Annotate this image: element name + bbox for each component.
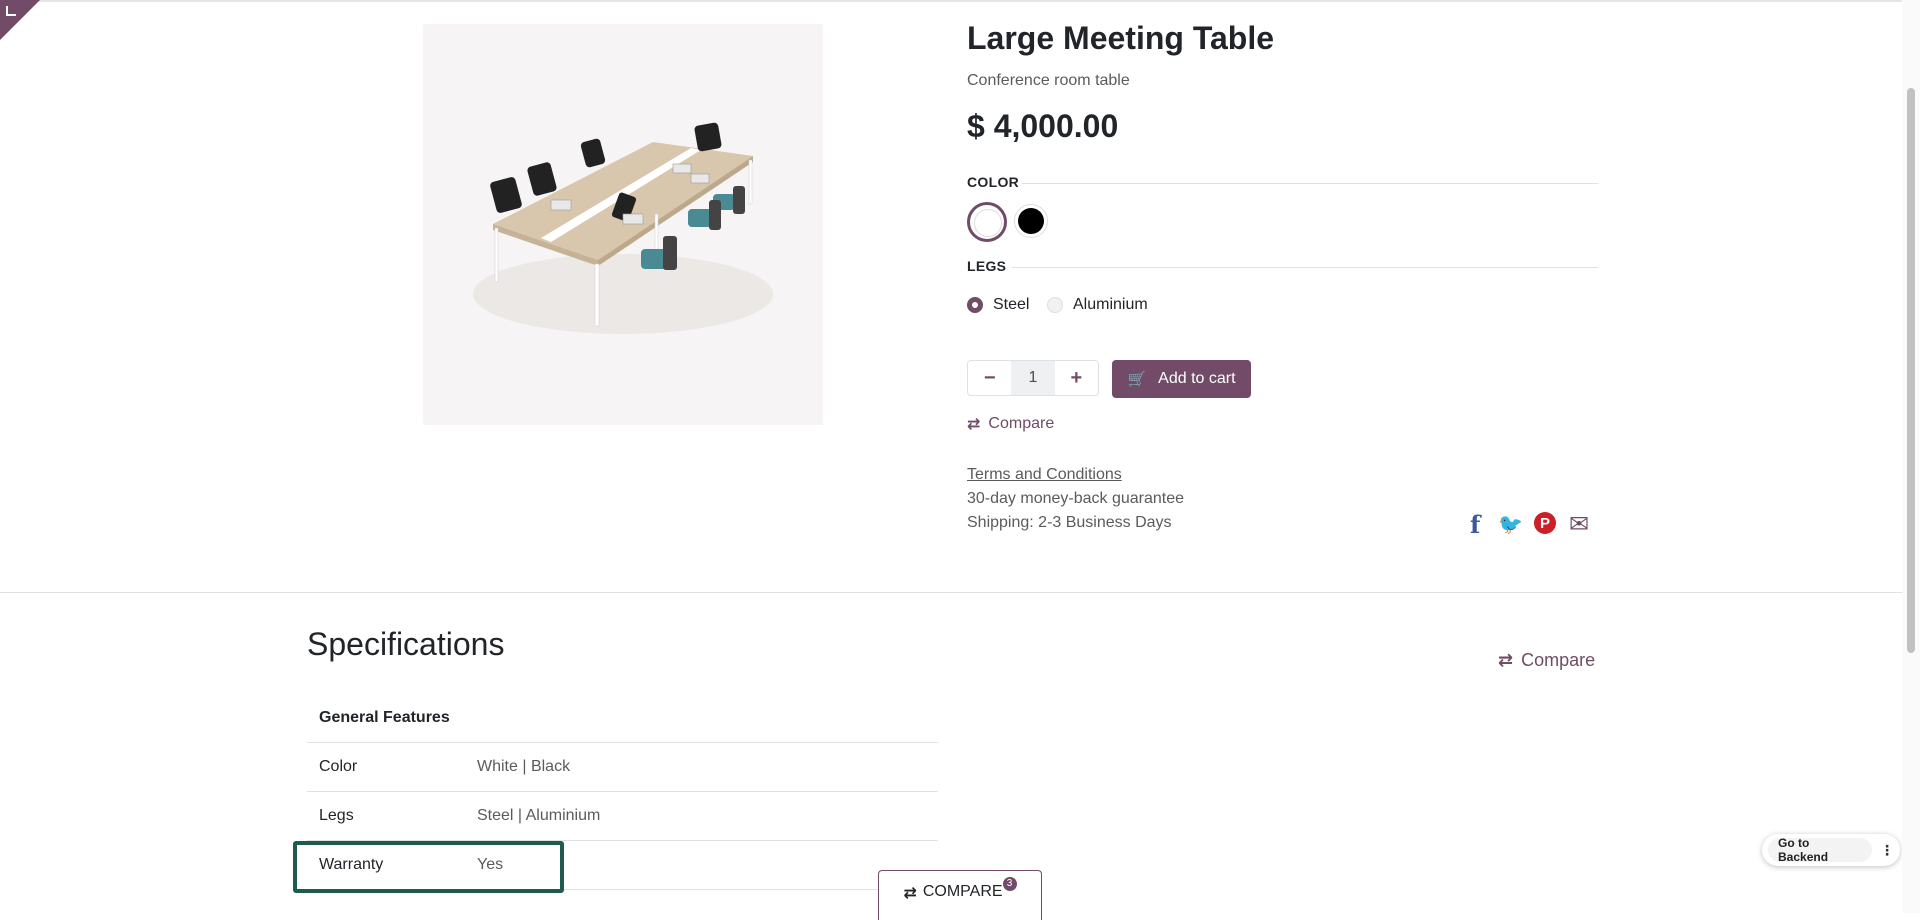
plus-icon[interactable]: + xyxy=(1055,361,1098,395)
shopping-cart-icon: 🛒 xyxy=(1127,371,1147,388)
product-image[interactable] xyxy=(423,24,823,425)
compare-link[interactable]: ⇄ Compare xyxy=(967,414,1054,434)
spec-group-header: General Features xyxy=(307,694,938,743)
minus-icon[interactable]: − xyxy=(968,361,1011,395)
warranty-row-highlight xyxy=(293,841,564,893)
pinterest-icon[interactable]: P xyxy=(1534,512,1556,534)
compare-bar-label: COMPARE xyxy=(922,883,1003,900)
more-options-icon[interactable]: ⋮ xyxy=(1880,842,1894,859)
add-to-cart-button[interactable]: 🛒 Add to cart xyxy=(1112,360,1251,398)
add-to-cart-label: Add to cart xyxy=(1158,370,1236,387)
corner-mark-icon xyxy=(6,6,16,16)
facebook-icon[interactable]: f xyxy=(1470,510,1480,539)
table-row: Color White | Black xyxy=(307,743,938,792)
product-price: $ 4,000.00 xyxy=(967,108,1119,144)
color-swatch-white[interactable] xyxy=(967,202,1007,242)
quantity-stepper: − 1 + xyxy=(967,360,1099,396)
email-icon[interactable]: ✉ xyxy=(1569,510,1589,539)
top-border xyxy=(0,0,1920,2)
swap-arrows-icon: ⇄ xyxy=(903,885,917,902)
specifications-compare-link[interactable]: ⇄ Compare xyxy=(1498,650,1595,671)
go-to-backend-button[interactable]: Go to Backend xyxy=(1768,836,1872,864)
shipping-text: Shipping: 2-3 Business Days xyxy=(967,514,1172,531)
backend-widget: Go to Backend ⋮ xyxy=(1762,834,1900,866)
product-subtitle: Conference room table xyxy=(967,72,1130,89)
meeting-table-illustration xyxy=(473,122,773,334)
legs-option-label: Aluminium xyxy=(1073,296,1148,313)
legs-option-steel[interactable]: Steel xyxy=(967,296,1029,314)
page-scrollbar[interactable] xyxy=(1902,0,1920,913)
spec-key: Color xyxy=(319,758,358,775)
swap-arrows-icon: ⇄ xyxy=(967,416,981,433)
table-row: Legs Steel | Aluminium xyxy=(307,792,938,841)
terms-and-conditions-link[interactable]: Terms and Conditions xyxy=(967,466,1122,484)
legs-attribute-label: LEGS xyxy=(967,258,1007,274)
radio-unchecked-icon[interactable] xyxy=(1047,297,1063,313)
specifications-title: Specifications xyxy=(307,626,505,662)
legs-option-label: Steel xyxy=(993,296,1030,313)
compare-label: Compare xyxy=(988,415,1055,432)
legs-attribute-divider xyxy=(1012,267,1598,268)
color-attribute-label: COLOR xyxy=(967,174,1020,190)
spec-value: White | Black xyxy=(477,758,571,775)
compare-count-badge: 3 xyxy=(1002,877,1017,891)
quantity-input[interactable]: 1 xyxy=(1011,361,1055,395)
guarantee-text: 30-day money-back guarantee xyxy=(967,490,1185,507)
section-divider xyxy=(0,592,1902,593)
swap-arrows-icon: ⇄ xyxy=(1498,650,1514,670)
legs-option-aluminium[interactable]: Aluminium xyxy=(1047,296,1148,314)
scrollbar-thumb[interactable] xyxy=(1907,88,1915,653)
radio-checked-icon[interactable] xyxy=(967,297,983,313)
spec-value: Steel | Aluminium xyxy=(477,807,601,824)
color-attribute-divider xyxy=(1022,183,1598,184)
spec-key: Legs xyxy=(319,807,354,824)
twitter-icon[interactable]: 🐦 xyxy=(1498,512,1523,537)
product-title: Large Meeting Table xyxy=(967,20,1275,56)
compare-label: Compare xyxy=(1521,650,1596,670)
color-swatch-black[interactable] xyxy=(1014,204,1048,238)
